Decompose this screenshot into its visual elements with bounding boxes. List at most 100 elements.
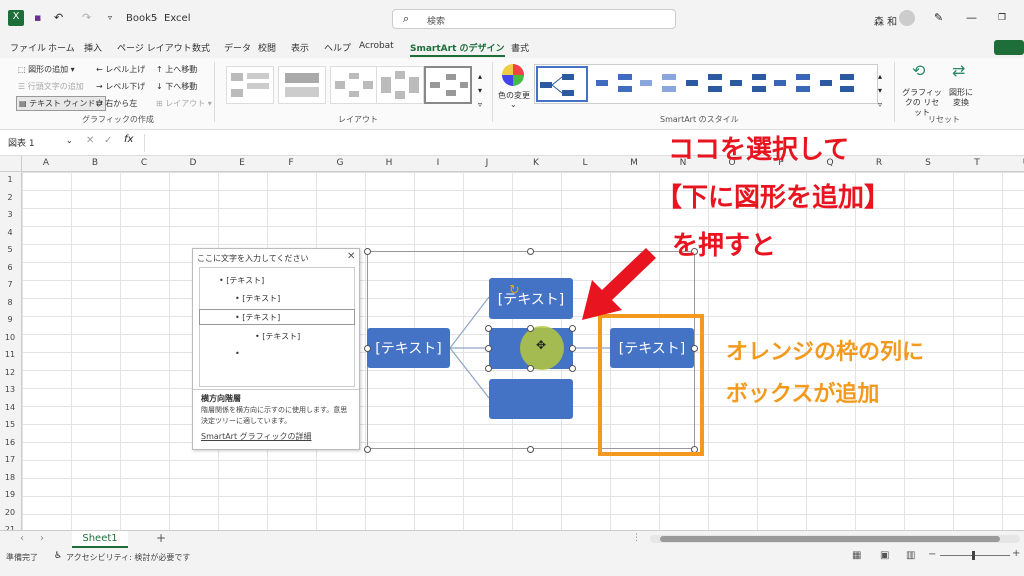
- tab-file[interactable]: ファイル: [10, 41, 46, 54]
- search-box[interactable]: ⌕ 検索: [392, 9, 676, 29]
- scrollbar-thumb[interactable]: [660, 536, 1000, 542]
- smartart-child-box-3[interactable]: [489, 379, 573, 419]
- column-header[interactable]: L: [565, 158, 605, 168]
- box-handle[interactable]: [569, 365, 576, 372]
- rotate-handle-icon[interactable]: ↻: [509, 283, 520, 298]
- tab-view[interactable]: 表示: [291, 41, 309, 54]
- add-shape-button[interactable]: ⬚ 図形の追加 ▾: [18, 64, 75, 75]
- row-header[interactable]: 2: [0, 193, 20, 202]
- layout-thumb-3[interactable]: [330, 66, 378, 104]
- column-header[interactable]: T: [957, 158, 997, 168]
- pen-icon[interactable]: ✎: [934, 11, 943, 25]
- cancel-icon[interactable]: ✕: [86, 135, 94, 146]
- list-item[interactable]: • [テキスト]: [235, 312, 280, 323]
- column-header[interactable]: G: [320, 158, 360, 168]
- accessibility-status[interactable]: アクセシビリティ: 検討が必要です: [66, 552, 190, 563]
- resize-handle[interactable]: [364, 248, 371, 255]
- redo-icon[interactable]: ↷: [82, 11, 91, 25]
- tab-smartart-design[interactable]: SmartArt のデザイン: [410, 41, 505, 57]
- row-header[interactable]: 1: [0, 175, 20, 184]
- column-header[interactable]: B: [75, 158, 115, 168]
- column-header[interactable]: M: [614, 158, 654, 168]
- minimize-icon[interactable]: —: [966, 11, 977, 25]
- page-layout-view-icon[interactable]: ▣: [880, 550, 889, 561]
- tab-review[interactable]: 校閲: [258, 41, 276, 54]
- column-header[interactable]: A: [26, 158, 66, 168]
- tab-page-layout[interactable]: ページ レイアウト: [117, 41, 192, 54]
- column-header[interactable]: F: [271, 158, 311, 168]
- row-header[interactable]: 20: [0, 508, 20, 517]
- smartart-root-box[interactable]: [テキスト]: [367, 328, 450, 368]
- demote-button[interactable]: → レベル下げ: [96, 81, 145, 92]
- resize-handle[interactable]: [527, 248, 534, 255]
- change-colors-dropdown-icon[interactable]: ⌄: [510, 100, 517, 109]
- row-header[interactable]: 6: [0, 263, 20, 272]
- select-all-corner[interactable]: [0, 156, 22, 172]
- prev-sheet-icon[interactable]: ‹: [20, 533, 24, 544]
- move-up-button[interactable]: ↑ 上へ移動: [156, 64, 197, 75]
- row-header[interactable]: 18: [0, 473, 20, 482]
- style-thumb-3[interactable]: [634, 66, 686, 102]
- layouts-more-icon[interactable]: ▴ ▾ ▿: [478, 70, 482, 112]
- convert-to-shapes-button[interactable]: 図形に 変換: [946, 88, 976, 108]
- row-header[interactable]: 3: [0, 210, 20, 219]
- name-box[interactable]: 図表 1: [8, 136, 35, 149]
- row-header[interactable]: 13: [0, 385, 20, 394]
- column-header[interactable]: C: [124, 158, 164, 168]
- box-handle[interactable]: [569, 345, 576, 352]
- tab-insert[interactable]: 挿入: [84, 41, 102, 54]
- sheet-tab[interactable]: Sheet1: [72, 531, 128, 548]
- palette-icon[interactable]: [502, 64, 524, 86]
- styles-more-icon[interactable]: ▴ ▾ ▿: [878, 70, 882, 112]
- restore-icon[interactable]: ❐: [998, 11, 1006, 25]
- style-thumb-7[interactable]: [814, 66, 862, 102]
- row-header[interactable]: 11: [0, 350, 20, 359]
- box-handle[interactable]: [527, 325, 534, 332]
- resize-handle[interactable]: [364, 345, 371, 352]
- column-header[interactable]: D: [173, 158, 213, 168]
- row-header[interactable]: 17: [0, 455, 20, 464]
- tab-format[interactable]: 書式: [511, 41, 529, 54]
- undo-icon[interactable]: ↶: [54, 11, 63, 25]
- row-header[interactable]: 16: [0, 438, 20, 447]
- save-icon[interactable]: ▪: [34, 11, 41, 25]
- row-header[interactable]: 9: [0, 315, 20, 324]
- row-header[interactable]: 7: [0, 280, 20, 289]
- zoom-slider[interactable]: [940, 555, 1010, 556]
- column-header[interactable]: K: [516, 158, 556, 168]
- text-pane-button[interactable]: ▤ テキスト ウィンドウ: [16, 96, 107, 111]
- avatar[interactable]: [899, 10, 915, 26]
- customize-toolbar-icon[interactable]: ▿: [108, 11, 112, 25]
- style-thumb-6[interactable]: [768, 66, 820, 102]
- add-sheet-icon[interactable]: +: [156, 531, 166, 545]
- tab-data[interactable]: データ: [224, 41, 251, 54]
- page-break-view-icon[interactable]: ▥: [906, 550, 915, 561]
- row-header[interactable]: 12: [0, 368, 20, 377]
- column-header[interactable]: H: [369, 158, 409, 168]
- tab-help[interactable]: ヘルプ: [324, 41, 351, 54]
- enter-icon[interactable]: ✓: [104, 135, 112, 146]
- resize-handle[interactable]: [364, 446, 371, 453]
- column-header[interactable]: U: [1006, 158, 1024, 168]
- column-header[interactable]: E: [222, 158, 262, 168]
- layout-dropdown-button[interactable]: ⊞ レイアウト ▾: [156, 98, 212, 109]
- zoom-in-icon[interactable]: +: [1012, 548, 1020, 559]
- tab-home[interactable]: ホーム: [48, 41, 75, 54]
- function-icon[interactable]: fx: [124, 134, 133, 145]
- add-bullet-button[interactable]: ☰ 行頭文字の追加: [18, 81, 84, 92]
- column-header[interactable]: I: [418, 158, 458, 168]
- tab-formulas[interactable]: 数式: [192, 41, 210, 54]
- zoom-out-icon[interactable]: −: [928, 549, 936, 560]
- move-down-button[interactable]: ↓ 下へ移動: [156, 81, 197, 92]
- layout-thumb-1[interactable]: [226, 66, 274, 104]
- layout-thumb-5-selected[interactable]: [424, 66, 472, 104]
- row-header[interactable]: 14: [0, 403, 20, 412]
- promote-button[interactable]: ← レベル上げ: [96, 64, 145, 75]
- horizontal-scrollbar[interactable]: [650, 535, 1020, 543]
- share-button[interactable]: [994, 40, 1024, 55]
- row-header[interactable]: 5: [0, 245, 20, 254]
- box-handle[interactable]: [485, 365, 492, 372]
- list-item[interactable]: • [テキスト]: [235, 293, 280, 304]
- row-header[interactable]: 4: [0, 228, 20, 237]
- row-header[interactable]: 19: [0, 490, 20, 499]
